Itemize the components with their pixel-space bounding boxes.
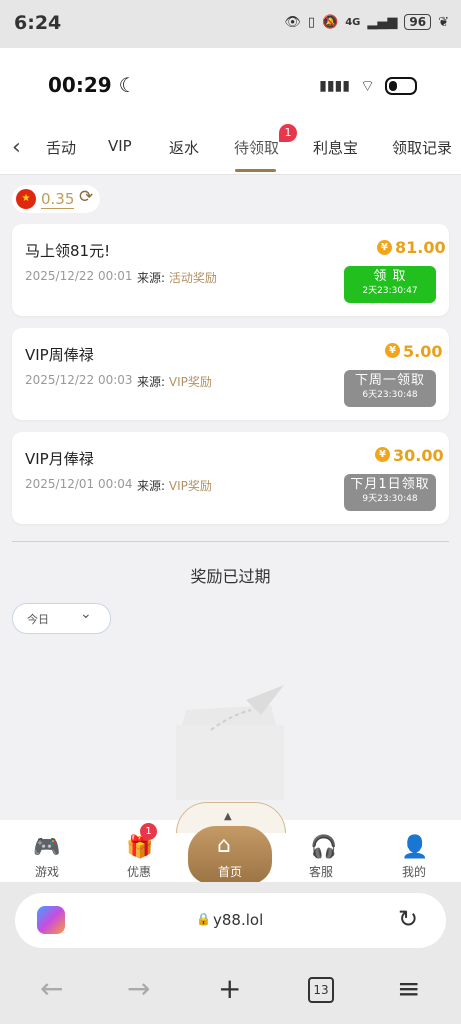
url-text[interactable]: y88.lol	[213, 911, 263, 929]
browser-back-icon[interactable]: ←	[40, 972, 63, 1005]
date-filter-value: 今日	[27, 613, 49, 626]
reward-title: VIP周俸禄	[25, 346, 94, 364]
tab-activity[interactable]: 舌动	[46, 137, 76, 158]
leaf-icon: ❦	[438, 14, 449, 30]
reward-source: 来源: 活动奖励	[137, 269, 217, 286]
claim-countdown: 9天23:30:48	[362, 494, 418, 504]
reward-title: 马上领81元!	[25, 242, 111, 260]
mute-icon: 🔕	[322, 14, 339, 30]
browser-forward-icon[interactable]: →	[127, 972, 150, 1005]
app-clock: 00:29 ☾	[48, 73, 137, 97]
battery-indicator: 96	[404, 14, 432, 30]
nav-home[interactable]: 首页	[188, 863, 272, 880]
tab-history[interactable]: 领取记录	[392, 137, 452, 158]
source-label: 来源:	[137, 479, 166, 493]
signal-icon: ▮▮▮▮	[319, 78, 350, 94]
balance-value: 0.35	[41, 190, 75, 209]
active-tab-indicator	[235, 169, 276, 172]
tab-count-button[interactable]: 13	[308, 977, 334, 1003]
expired-section-title: 奖励已过期	[190, 567, 271, 586]
vibrate-icon: ▯	[307, 14, 316, 30]
claim-later-button[interactable]: 下周一领取 6天23:30:48	[344, 370, 436, 407]
claim-countdown: 2天23:30:47	[362, 286, 418, 296]
tab-pending-badge: 1	[279, 124, 297, 142]
refresh-icon[interactable]: ⟳	[79, 187, 93, 207]
menu-icon[interactable]: ≡	[397, 972, 420, 1005]
reload-icon[interactable]: ↻	[398, 905, 418, 933]
app-status-icons: ▮▮▮▮ ⌔	[319, 76, 417, 96]
app-clock-text: 00:29	[48, 73, 112, 97]
reward-date: 2025/12/22 00:03	[25, 373, 133, 387]
reward-amount: 5.00	[403, 342, 443, 361]
back-chevron-icon[interactable]: ‹	[12, 135, 21, 160]
source-value: VIP奖励	[168, 375, 212, 389]
signal-icon: ▂▄▆	[367, 14, 398, 30]
moon-icon: ☾	[118, 73, 137, 97]
claim-later-label: 下周一领取	[354, 373, 425, 388]
tab-rebate[interactable]: 返水	[169, 137, 199, 158]
new-tab-icon[interactable]: +	[218, 972, 241, 1005]
coin-icon: ¥	[375, 447, 390, 462]
lock-icon: 🔒	[196, 912, 211, 926]
tab-interest[interactable]: 利息宝	[313, 137, 358, 158]
reward-source: 来源: VIP奖励	[137, 477, 212, 494]
gamepad-icon: 🎮	[33, 835, 61, 860]
claim-countdown: 6天23:30:48	[362, 390, 418, 400]
caret-up-icon: ▲	[224, 811, 232, 822]
os-status-icons: 👁 ▯ 🔕 4G ▂▄▆ 96 ❦	[284, 14, 449, 30]
claim-later-label: 下月1日领取	[350, 477, 430, 492]
reward-amount: 30.00	[393, 446, 444, 465]
headset-icon: 🎧	[310, 835, 338, 860]
reward-date: 2025/12/22 00:01	[25, 269, 133, 283]
house-icon: ⌂	[217, 833, 231, 858]
user-icon: 👤	[401, 835, 429, 860]
source-label: 来源:	[137, 375, 166, 389]
claim-later-button[interactable]: 下月1日领取 9天23:30:48	[344, 474, 436, 511]
empty-box-illustration	[176, 685, 284, 800]
copilot-logo-icon[interactable]	[37, 906, 65, 934]
nav-support[interactable]: 客服	[297, 863, 345, 880]
reward-source: 来源: VIP奖励	[137, 373, 212, 390]
battery-icon	[385, 77, 417, 95]
tab-pending[interactable]: 待领取	[234, 137, 279, 158]
network-label: 4G	[345, 16, 361, 28]
claim-button-label: 领 取	[373, 269, 407, 284]
chevron-down-icon: ⌄	[80, 606, 92, 622]
claim-button[interactable]: 领 取 2天23:30:47	[344, 266, 436, 303]
source-value: VIP奖励	[168, 479, 212, 493]
eye-icon: 👁	[284, 14, 301, 30]
source-value: 活动奖励	[168, 271, 217, 285]
nav-me[interactable]: 我的	[390, 863, 438, 880]
tab-vip[interactable]: VIP	[108, 137, 132, 155]
nav-promotions[interactable]: 优惠	[115, 863, 163, 880]
os-clock: 6:24	[14, 12, 62, 34]
coin-icon: ¥	[385, 343, 400, 358]
reward-amount: 81.00	[395, 238, 446, 257]
china-flag-icon: ★	[16, 189, 36, 209]
coin-icon: ¥	[377, 240, 392, 255]
wifi-icon: ⌔	[359, 76, 375, 95]
promo-badge: 1	[140, 823, 157, 840]
nav-games[interactable]: 游戏	[23, 863, 71, 880]
reward-date: 2025/12/01 00:04	[25, 477, 133, 491]
reward-title: VIP月俸禄	[25, 450, 94, 468]
section-divider	[12, 541, 449, 542]
source-label: 来源:	[137, 271, 166, 285]
